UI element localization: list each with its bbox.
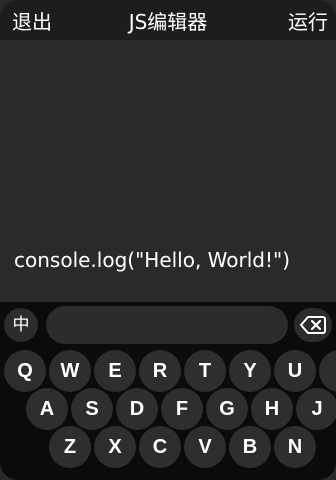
key-row-3: Z X C V B N (0, 426, 336, 468)
key-w[interactable]: W (49, 350, 91, 392)
keyboard-input-field[interactable] (46, 306, 288, 344)
key-u[interactable]: U (274, 350, 316, 392)
code-editor[interactable]: console.log("Hello, World!") (0, 40, 336, 302)
key-n[interactable]: N (274, 426, 316, 468)
key-h[interactable]: H (251, 388, 293, 430)
key-x[interactable]: X (94, 426, 136, 468)
key-s[interactable]: S (71, 388, 113, 430)
key-row-2: A S D F G H J (0, 388, 336, 430)
device-screen: 退出 JS编辑器 运行 console.log("Hello, World!")… (0, 0, 336, 480)
key-g[interactable]: G (206, 388, 248, 430)
key-a[interactable]: A (26, 388, 68, 430)
key-v[interactable]: V (184, 426, 226, 468)
page-title: JS编辑器 (128, 10, 208, 34)
key-b[interactable]: B (229, 426, 271, 468)
key-row-1: Q W E R T Y U I (0, 350, 336, 392)
key-j[interactable]: J (296, 388, 336, 430)
soft-keyboard: 中 Q W E R T Y U I A S D F G H (0, 302, 336, 480)
key-f[interactable]: F (161, 388, 203, 430)
backspace-button[interactable] (294, 308, 332, 342)
code-line[interactable]: console.log("Hello, World!") (14, 248, 290, 272)
app-header: 退出 JS编辑器 运行 (0, 0, 336, 40)
language-switch-button[interactable]: 中 (4, 308, 38, 342)
key-y[interactable]: Y (229, 350, 271, 392)
key-d[interactable]: D (116, 388, 158, 430)
run-button[interactable]: 运行 (288, 6, 328, 35)
key-r[interactable]: R (139, 350, 181, 392)
key-i[interactable]: I (319, 350, 336, 392)
keyboard-toolbar: 中 (0, 302, 336, 348)
key-z[interactable]: Z (49, 426, 91, 468)
key-c[interactable]: C (139, 426, 181, 468)
key-e[interactable]: E (94, 350, 136, 392)
key-q[interactable]: Q (4, 350, 46, 392)
backspace-icon (300, 316, 326, 334)
key-t[interactable]: T (184, 350, 226, 392)
